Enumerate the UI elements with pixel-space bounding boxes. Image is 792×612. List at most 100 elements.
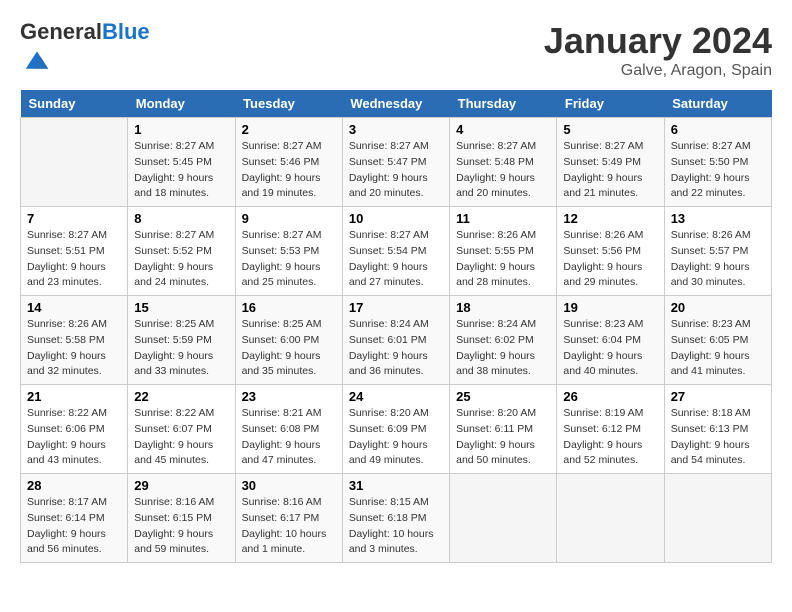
calendar-cell: 12 Sunrise: 8:26 AMSunset: 5:56 PMDayligh… [557, 207, 664, 296]
day-info: Sunrise: 8:27 AMSunset: 5:54 PMDaylight:… [349, 228, 443, 291]
calendar-cell: 13Sunrise: 8:26 AMSunset: 5:57 PMDayligh… [664, 207, 771, 296]
calendar-cell [21, 118, 128, 207]
calendar-cell: 4 Sunrise: 8:27 AMSunset: 5:48 PMDaylight… [450, 118, 557, 207]
title-block: January 2024 Galve, Aragon, Spain [544, 20, 772, 80]
logo: GeneralBlue [20, 20, 150, 79]
day-number: 31 [349, 478, 443, 493]
calendar-cell: 2Sunrise: 8:27 AMSunset: 5:46 PMDaylight… [235, 118, 342, 207]
day-info: Sunrise: 8:27 AMSunset: 5:51 PMDaylight:… [27, 228, 121, 291]
calendar-cell [450, 474, 557, 563]
day-number: 15 [134, 300, 228, 315]
day-number: 10 [349, 211, 443, 226]
calendar-cell: 14 Sunrise: 8:26 AMSunset: 5:58 PMDayligh… [21, 296, 128, 385]
weekday-header-row: SundayMondayTuesdayWednesdayThursdayFrid… [21, 90, 772, 118]
weekday-header-sunday: Sunday [21, 90, 128, 118]
day-number: 26 [563, 389, 657, 404]
day-info: Sunrise: 8:24 AMSunset: 6:02 PMDaylight:… [456, 317, 550, 380]
calendar-location: Galve, Aragon, Spain [544, 62, 772, 80]
day-number: 20 [671, 300, 765, 315]
calendar-cell: 3 Sunrise: 8:27 AMSunset: 5:47 PMDaylight… [342, 118, 449, 207]
day-number: 30 [242, 478, 336, 493]
day-number: 14 [27, 300, 121, 315]
day-number: 6 [671, 122, 765, 137]
calendar-cell: 20 Sunrise: 8:23 AMSunset: 6:05 PMDayligh… [664, 296, 771, 385]
calendar-cell: 22 Sunrise: 8:22 AMSunset: 6:07 PMDayligh… [128, 385, 235, 474]
day-number: 27 [671, 389, 765, 404]
day-number: 9 [242, 211, 336, 226]
day-info: Sunrise: 8:27 AMSunset: 5:45 PMDaylight:… [134, 139, 228, 202]
calendar-cell: 18 Sunrise: 8:24 AMSunset: 6:02 PMDayligh… [450, 296, 557, 385]
calendar-cell: 5 Sunrise: 8:27 AMSunset: 5:49 PMDaylight… [557, 118, 664, 207]
day-info: Sunrise: 8:26 AMSunset: 5:55 PMDaylight:… [456, 228, 550, 291]
day-info: Sunrise: 8:19 AMSunset: 6:12 PMDaylight:… [563, 406, 657, 469]
day-number: 12 [563, 211, 657, 226]
day-number: 3 [349, 122, 443, 137]
day-info: Sunrise: 8:27 AMSunset: 5:53 PMDaylight:… [242, 228, 336, 291]
calendar-cell: 6 Sunrise: 8:27 AMSunset: 5:50 PMDaylight… [664, 118, 771, 207]
day-info: Sunrise: 8:22 AMSunset: 6:07 PMDaylight:… [134, 406, 228, 469]
day-number: 25 [456, 389, 550, 404]
day-number: 4 [456, 122, 550, 137]
day-info: Sunrise: 8:27 AMSunset: 5:48 PMDaylight:… [456, 139, 550, 202]
calendar-cell: 24Sunrise: 8:20 AMSunset: 6:09 PMDayligh… [342, 385, 449, 474]
day-info: Sunrise: 8:26 AMSunset: 5:57 PMDaylight:… [671, 228, 765, 291]
calendar-cell: 29Sunrise: 8:16 AMSunset: 6:15 PMDayligh… [128, 474, 235, 563]
day-number: 1 [134, 122, 228, 137]
calendar-cell: 27Sunrise: 8:18 AMSunset: 6:13 PMDayligh… [664, 385, 771, 474]
logo-icon [22, 44, 52, 74]
weekday-header-saturday: Saturday [664, 90, 771, 118]
day-info: Sunrise: 8:25 AMSunset: 5:59 PMDaylight:… [134, 317, 228, 380]
calendar-week-1: 1 Sunrise: 8:27 AMSunset: 5:45 PMDaylight… [21, 118, 772, 207]
calendar-week-3: 14 Sunrise: 8:26 AMSunset: 5:58 PMDayligh… [21, 296, 772, 385]
day-info: Sunrise: 8:23 AMSunset: 6:04 PMDaylight:… [563, 317, 657, 380]
day-number: 7 [27, 211, 121, 226]
weekday-header-thursday: Thursday [450, 90, 557, 118]
day-number: 19 [563, 300, 657, 315]
day-info: Sunrise: 8:16 AMSunset: 6:17 PMDaylight:… [242, 495, 336, 558]
calendar-cell: 23Sunrise: 8:21 AMSunset: 6:08 PMDayligh… [235, 385, 342, 474]
day-number: 11 [456, 211, 550, 226]
day-info: Sunrise: 8:15 AMSunset: 6:18 PMDaylight:… [349, 495, 443, 558]
day-number: 29 [134, 478, 228, 493]
day-info: Sunrise: 8:26 AMSunset: 5:56 PMDaylight:… [563, 228, 657, 291]
calendar-cell: 7 Sunrise: 8:27 AMSunset: 5:51 PMDaylight… [21, 207, 128, 296]
day-info: Sunrise: 8:27 AMSunset: 5:47 PMDaylight:… [349, 139, 443, 202]
calendar-cell: 30 Sunrise: 8:16 AMSunset: 6:17 PMDayligh… [235, 474, 342, 563]
day-info: Sunrise: 8:27 AMSunset: 5:52 PMDaylight:… [134, 228, 228, 291]
calendar-cell: 11 Sunrise: 8:26 AMSunset: 5:55 PMDayligh… [450, 207, 557, 296]
day-info: Sunrise: 8:27 AMSunset: 5:50 PMDaylight:… [671, 139, 765, 202]
day-info: Sunrise: 8:24 AMSunset: 6:01 PMDaylight:… [349, 317, 443, 380]
day-number: 23 [242, 389, 336, 404]
calendar-title: January 2024 [544, 20, 772, 62]
day-info: Sunrise: 8:20 AMSunset: 6:09 PMDaylight:… [349, 406, 443, 469]
logo-blue-text: Blue [102, 19, 150, 44]
calendar-cell: 10 Sunrise: 8:27 AMSunset: 5:54 PMDayligh… [342, 207, 449, 296]
calendar-cell: 1 Sunrise: 8:27 AMSunset: 5:45 PMDaylight… [128, 118, 235, 207]
day-info: Sunrise: 8:26 AMSunset: 5:58 PMDaylight:… [27, 317, 121, 380]
calendar-week-2: 7 Sunrise: 8:27 AMSunset: 5:51 PMDaylight… [21, 207, 772, 296]
calendar-week-4: 21Sunrise: 8:22 AMSunset: 6:06 PMDayligh… [21, 385, 772, 474]
calendar-body: 1 Sunrise: 8:27 AMSunset: 5:45 PMDaylight… [21, 118, 772, 563]
weekday-header-wednesday: Wednesday [342, 90, 449, 118]
weekday-header-friday: Friday [557, 90, 664, 118]
day-info: Sunrise: 8:17 AMSunset: 6:14 PMDaylight:… [27, 495, 121, 558]
calendar-cell: 21Sunrise: 8:22 AMSunset: 6:06 PMDayligh… [21, 385, 128, 474]
day-number: 21 [27, 389, 121, 404]
day-info: Sunrise: 8:25 AMSunset: 6:00 PMDaylight:… [242, 317, 336, 380]
day-info: Sunrise: 8:23 AMSunset: 6:05 PMDaylight:… [671, 317, 765, 380]
day-info: Sunrise: 8:27 AMSunset: 5:46 PMDaylight:… [242, 139, 336, 202]
calendar-cell: 25Sunrise: 8:20 AMSunset: 6:11 PMDayligh… [450, 385, 557, 474]
calendar-header: SundayMondayTuesdayWednesdayThursdayFrid… [21, 90, 772, 118]
calendar-cell: 31 Sunrise: 8:15 AMSunset: 6:18 PMDayligh… [342, 474, 449, 563]
calendar-cell: 28 Sunrise: 8:17 AMSunset: 6:14 PMDayligh… [21, 474, 128, 563]
day-info: Sunrise: 8:27 AMSunset: 5:49 PMDaylight:… [563, 139, 657, 202]
calendar-table: SundayMondayTuesdayWednesdayThursdayFrid… [20, 90, 772, 563]
day-number: 5 [563, 122, 657, 137]
calendar-cell: 17Sunrise: 8:24 AMSunset: 6:01 PMDayligh… [342, 296, 449, 385]
day-number: 22 [134, 389, 228, 404]
calendar-cell: 19 Sunrise: 8:23 AMSunset: 6:04 PMDayligh… [557, 296, 664, 385]
day-number: 28 [27, 478, 121, 493]
weekday-header-tuesday: Tuesday [235, 90, 342, 118]
day-number: 18 [456, 300, 550, 315]
calendar-cell: 15 Sunrise: 8:25 AMSunset: 5:59 PMDayligh… [128, 296, 235, 385]
